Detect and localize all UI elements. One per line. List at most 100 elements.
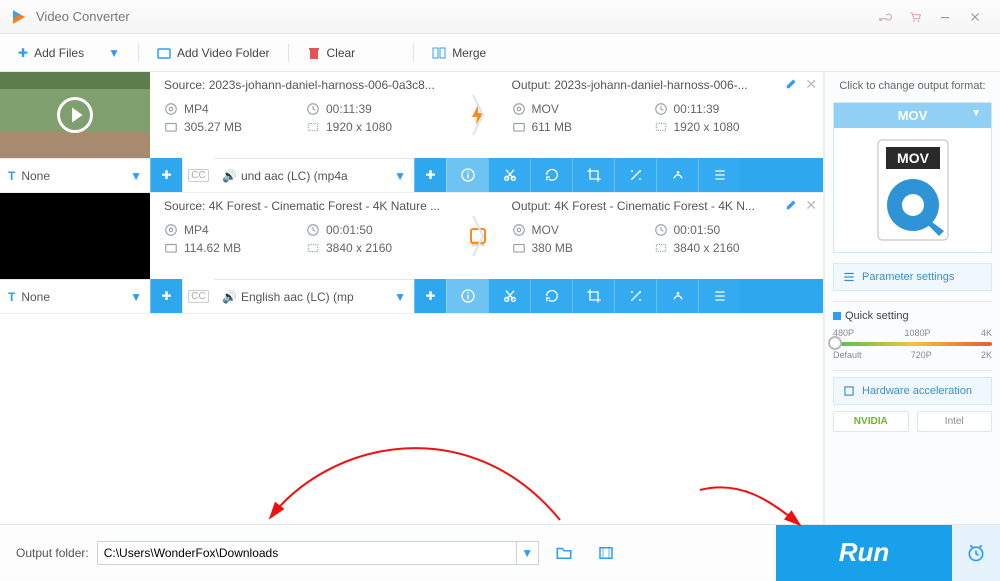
add-audio-button[interactable]: ✚: [414, 158, 446, 192]
clock-icon: [306, 223, 320, 237]
parameter-settings-button[interactable]: Parameter settings: [833, 263, 992, 291]
output-format-selector[interactable]: MOV MOV: [833, 102, 992, 253]
info-button[interactable]: [446, 158, 488, 192]
minimize-button[interactable]: [930, 2, 960, 32]
output-folder-label: Output folder:: [16, 546, 89, 560]
folder-icon: [157, 46, 171, 60]
video-thumbnail[interactable]: [0, 193, 150, 279]
quality-slider[interactable]: [833, 342, 992, 346]
speaker-icon: 🔊: [222, 169, 237, 183]
open-folder-button[interactable]: [547, 539, 581, 567]
plus-icon: ✚: [18, 46, 28, 60]
subtitle-select[interactable]: T None ▼: [0, 158, 150, 192]
key-icon[interactable]: [870, 2, 900, 32]
output-format-value: MOV: [834, 103, 991, 128]
add-audio-button[interactable]: ✚: [414, 279, 446, 313]
clock-icon: [654, 102, 668, 116]
audio-value: und aac (LC) (mp4a: [241, 169, 394, 183]
folder-icon: [164, 241, 178, 255]
crop-button[interactable]: [572, 279, 614, 313]
effects-button[interactable]: [614, 279, 656, 313]
speaker-icon: 🔊: [222, 290, 237, 304]
add-files-button[interactable]: ✚ Add Files ▼: [18, 46, 120, 60]
rotate-button[interactable]: [530, 158, 572, 192]
add-subtitle-button[interactable]: ✚: [150, 279, 182, 313]
folder-icon: [512, 120, 526, 134]
watermark-button[interactable]: [656, 158, 698, 192]
hw-accel-button[interactable]: Hardware acceleration: [833, 377, 992, 405]
resolution-icon: [306, 241, 320, 255]
mov-format-icon: MOV: [834, 128, 991, 252]
output-folder-input[interactable]: [97, 541, 517, 565]
rotate-button[interactable]: [530, 279, 572, 313]
output-folder-dropdown[interactable]: ▼: [517, 541, 539, 565]
folder-icon: [512, 241, 526, 255]
intel-chip[interactable]: Intel: [917, 411, 993, 432]
clear-button[interactable]: Clear: [307, 46, 356, 60]
add-folder-button[interactable]: Add Video Folder: [157, 46, 270, 60]
app-title: Video Converter: [36, 9, 130, 24]
info-button[interactable]: [446, 279, 488, 313]
audio-select[interactable]: 🔊 und aac (LC) (mp4a ▼: [214, 158, 414, 192]
crop-button[interactable]: [572, 158, 614, 192]
sliders-icon: [842, 270, 856, 284]
source-filename: Source: 4K Forest - Cinematic Forest - 4…: [164, 199, 448, 213]
cut-button[interactable]: [488, 158, 530, 192]
disc-icon: [164, 223, 178, 237]
effects-button[interactable]: [614, 158, 656, 192]
app-logo-icon: [10, 8, 28, 26]
conversion-arrow: GPU: [458, 193, 498, 279]
chevron-down-icon: ▼: [394, 169, 406, 183]
run-button[interactable]: Run: [776, 525, 952, 581]
resolution-icon: [654, 241, 668, 255]
disc-icon: [164, 102, 178, 116]
disc-icon: [512, 102, 526, 116]
trash-icon: [307, 46, 321, 60]
add-subtitle-button[interactable]: ✚: [150, 158, 182, 192]
cart-icon[interactable]: [900, 2, 930, 32]
clock-icon: [306, 102, 320, 116]
output-settings-button[interactable]: [589, 539, 623, 567]
merge-label: Merge: [452, 46, 486, 60]
remove-item-button[interactable]: ✕: [805, 197, 817, 214]
cc-button[interactable]: CC: [182, 158, 214, 192]
resolution-icon: [306, 120, 320, 134]
chevron-down-icon: ▼: [394, 290, 406, 304]
merge-button[interactable]: Merge: [432, 46, 486, 60]
output-filename: Output: 4K Forest - Cinematic Forest - 4…: [512, 199, 796, 213]
add-folder-label: Add Video Folder: [177, 46, 270, 60]
schedule-button[interactable]: [952, 525, 1000, 581]
more-button[interactable]: [698, 158, 740, 192]
conversion-arrow: [458, 72, 498, 158]
folder-icon: [164, 120, 178, 134]
slider-knob[interactable]: [828, 336, 842, 350]
add-files-label: Add Files: [34, 46, 84, 60]
clock-icon: [654, 223, 668, 237]
toolbar: ✚ Add Files ▼ Add Video Folder Clear Mer…: [0, 34, 1000, 72]
sidebar: Click to change output format: MOV MOV P…: [824, 72, 1000, 524]
cut-button[interactable]: [488, 279, 530, 313]
close-button[interactable]: [960, 2, 990, 32]
subtitle-icon: T: [8, 169, 15, 183]
list-item: Source: 2023s-johann-daniel-harnoss-006-…: [0, 72, 823, 193]
audio-value: English aac (LC) (mp: [241, 290, 394, 304]
watermark-button[interactable]: [656, 279, 698, 313]
edit-output-button[interactable]: [785, 76, 799, 93]
main-area: Source: 2023s-johann-daniel-harnoss-006-…: [0, 72, 1000, 524]
chevron-down-icon[interactable]: ▼: [108, 46, 120, 60]
audio-select[interactable]: 🔊 English aac (LC) (mp ▼: [214, 279, 414, 313]
source-filename: Source: 2023s-johann-daniel-harnoss-006-…: [164, 78, 448, 92]
video-thumbnail[interactable]: [0, 72, 150, 158]
output-filename: Output: 2023s-johann-daniel-harnoss-006-…: [512, 78, 796, 92]
remove-item-button[interactable]: ✕: [805, 76, 817, 93]
footer: Output folder: ▼ Run: [0, 524, 1000, 580]
subtitle-select[interactable]: T None ▼: [0, 279, 150, 313]
cc-button[interactable]: CC: [182, 279, 214, 313]
clear-label: Clear: [327, 46, 356, 60]
svg-text:MOV: MOV: [897, 150, 930, 166]
nvidia-chip[interactable]: NVIDIA: [833, 411, 909, 432]
more-button[interactable]: [698, 279, 740, 313]
edit-toolstrip: [446, 279, 740, 313]
edit-output-button[interactable]: [785, 197, 799, 214]
chip-icon: [842, 384, 856, 398]
